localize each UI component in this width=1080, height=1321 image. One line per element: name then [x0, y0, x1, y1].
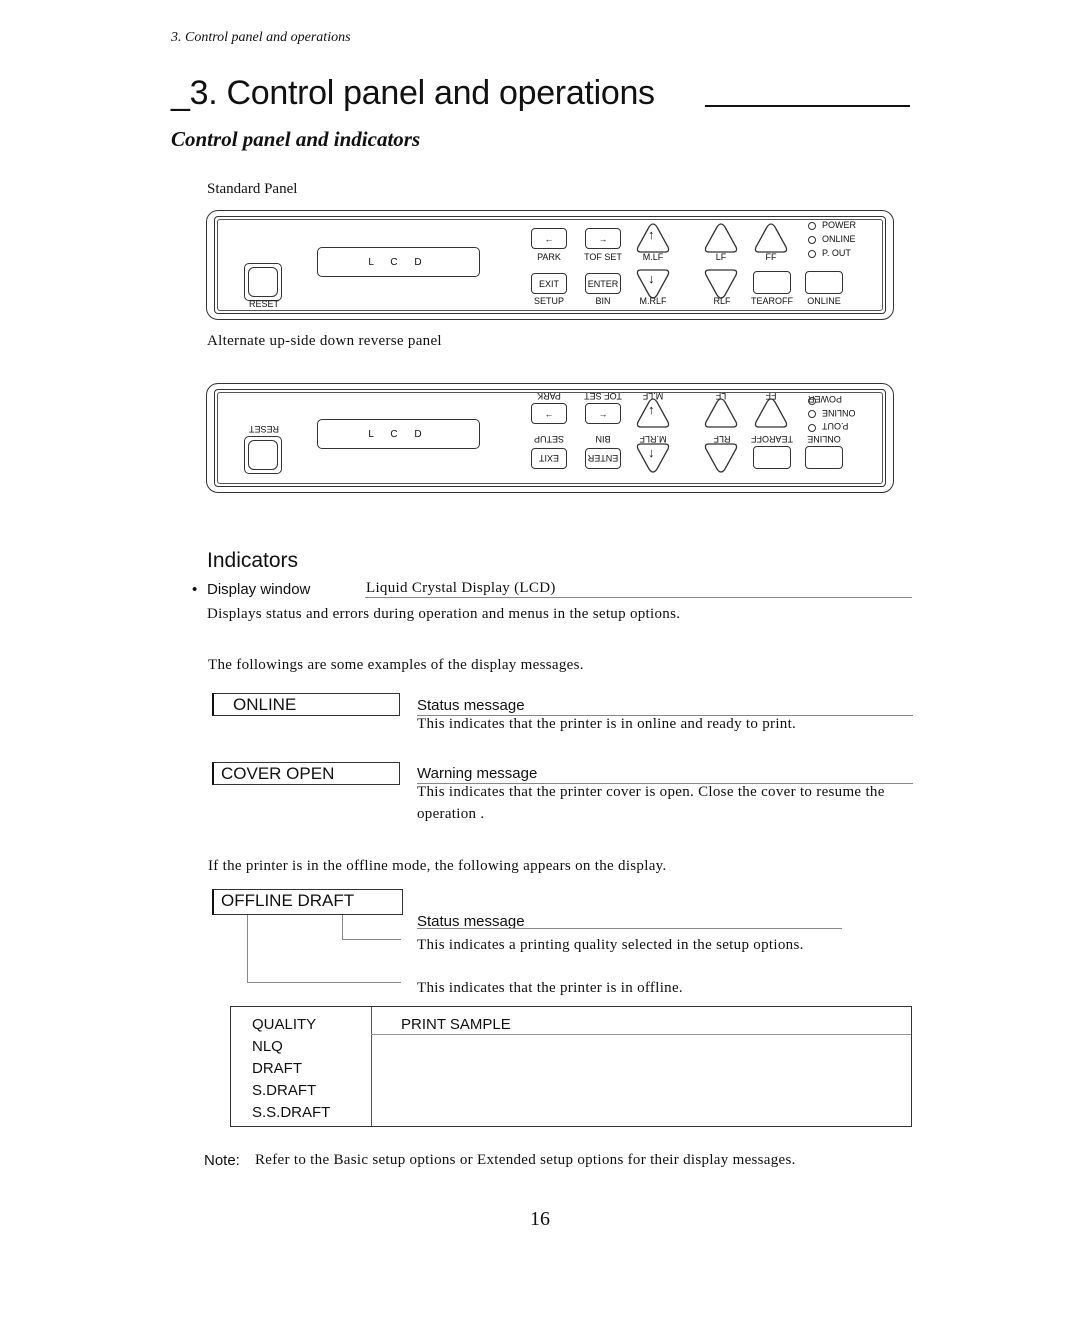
online-message-type: Status message: [417, 697, 525, 714]
quality-description: This indicates a printing quality select…: [417, 937, 804, 953]
tearoff-key: [753, 271, 791, 294]
triangle-up-icon: [754, 223, 788, 253]
examples-intro: The followings are some examples of the …: [208, 657, 584, 673]
tof-set-key: →: [585, 228, 621, 249]
offline-draft-display-sample: OFFLINE DRAFT: [212, 889, 403, 915]
running-head: 3. Control panel and operations: [171, 30, 351, 45]
online-key: [805, 271, 843, 294]
exit-key: EXIT: [531, 273, 567, 294]
tof-set-label: TOF SET: [584, 252, 622, 262]
paper-out-led-label: P. OUT: [822, 248, 851, 258]
reset-label: RESET: [248, 299, 280, 309]
alternate-panel-caption: Alternate up-side down reverse panel: [207, 333, 442, 349]
bin-label: BIN: [595, 296, 611, 306]
online-led-label: ONLINE: [822, 234, 856, 244]
alternate-panel-diagram: RESET L C D PARK ← TOF SET → M.LF ↑ LF F…: [206, 383, 894, 493]
bullet-icon: •: [192, 581, 198, 598]
up-arrow-icon: ↑: [648, 227, 655, 242]
table-divider: [371, 1034, 911, 1035]
reset-button: [244, 263, 282, 301]
display-window-definition: Liquid Crystal Display (LCD): [366, 580, 556, 596]
quality-table: QUALITY PRINT SAMPLE NLQ DRAFT S.DRAFT S…: [230, 1006, 912, 1127]
table-row: DRAFT: [252, 1060, 302, 1077]
rlf-label: RLF: [713, 296, 731, 306]
park-label: PARK: [537, 391, 561, 401]
tof-set-label: TOF SET: [584, 391, 622, 401]
online-display-sample: ONLINE: [212, 693, 400, 716]
table-header-quality: QUALITY: [252, 1016, 317, 1033]
ff-key: [753, 397, 789, 430]
park-key: ←: [531, 228, 567, 249]
paper-out-led: [808, 424, 816, 432]
cover-open-message-type: Warning message: [417, 765, 538, 782]
paper-out-led: [808, 250, 816, 258]
table-row: NLQ: [252, 1038, 283, 1055]
chapter-title: _3. Control panel and operations: [171, 74, 655, 112]
standard-panel-caption: Standard Panel: [207, 181, 298, 197]
display-window-term: Display window: [207, 581, 311, 598]
table-header-print-sample: PRINT SAMPLE: [401, 1016, 511, 1033]
table-divider: [371, 1007, 372, 1126]
online-led: [808, 410, 816, 418]
setup-label: SETUP: [533, 434, 565, 444]
power-led: [808, 222, 816, 230]
cover-open-message-description: This indicates that the printer cover is…: [417, 784, 885, 822]
section-title: Control panel and indicators: [171, 127, 421, 151]
mlf-label: M.LF: [642, 252, 664, 262]
display-window-description: Displays status and errors during operat…: [207, 606, 681, 622]
reset-button: [244, 436, 282, 474]
setup-label: SETUP: [533, 296, 565, 306]
online-key: [805, 446, 843, 469]
enter-key: ENTER: [585, 273, 621, 294]
tearoff-label: TEAROFF: [751, 434, 793, 444]
lf-key: [703, 397, 739, 430]
lcd-display: L C D: [317, 247, 480, 277]
triangle-down-icon: [704, 443, 738, 473]
online-message-description: This indicates that the printer is in on…: [417, 716, 797, 732]
page-number: 16: [530, 1208, 550, 1230]
offline-description: This indicates that the printer is in of…: [417, 980, 683, 996]
table-row: S.S.DRAFT: [252, 1104, 331, 1121]
online-key-label: ONLINE: [807, 434, 841, 444]
paper-out-led-label: P.OUT: [822, 421, 849, 431]
online-led-label: ONLINE: [822, 408, 856, 418]
triangle-up-icon: [704, 398, 738, 428]
lf-key: [703, 222, 739, 255]
mrlf-label: M.RLF: [639, 296, 667, 306]
online-key-label: ONLINE: [807, 296, 841, 306]
offline-intro: If the printer is in the offline mode, t…: [208, 858, 667, 874]
tof-set-key: →: [585, 403, 621, 424]
down-arrow-icon: ↓: [648, 445, 655, 460]
tearoff-key: [753, 446, 791, 469]
standard-panel-diagram: RESET L C D ← PARK → TOF SET ↑ M.LF LF F…: [206, 210, 894, 320]
indicators-heading: Indicators: [207, 549, 299, 572]
cover-open-display-sample: COVER OPEN: [212, 762, 400, 785]
bin-label: BIN: [595, 434, 611, 444]
park-key: ←: [531, 403, 567, 424]
note-label: Note:: [204, 1152, 240, 1169]
lcd-display: L C D: [317, 419, 480, 449]
lf-label: LF: [715, 252, 727, 262]
exit-key: EXIT: [531, 448, 567, 469]
ff-key: [753, 222, 789, 255]
triangle-up-icon: [754, 398, 788, 428]
power-led-label: POWER: [822, 220, 857, 230]
note-text: Refer to the Basic setup options or Exte…: [255, 1152, 796, 1168]
title-rule: [705, 105, 910, 107]
ff-label: FF: [765, 252, 777, 262]
definition-rule: [365, 597, 912, 598]
online-led: [808, 236, 816, 244]
power-led: [808, 397, 816, 405]
offline-leader-line: [247, 915, 401, 983]
down-arrow-icon: ↓: [648, 271, 655, 286]
triangle-up-icon: [704, 223, 738, 253]
message-rule: [417, 928, 842, 929]
up-arrow-icon: ↑: [648, 402, 655, 417]
rlf-key: [703, 441, 739, 474]
table-row: S.DRAFT: [252, 1082, 317, 1099]
enter-key: ENTER: [585, 448, 621, 469]
park-label: PARK: [537, 252, 561, 262]
reset-label: RESET: [248, 424, 280, 434]
tearoff-label: TEAROFF: [751, 296, 793, 306]
